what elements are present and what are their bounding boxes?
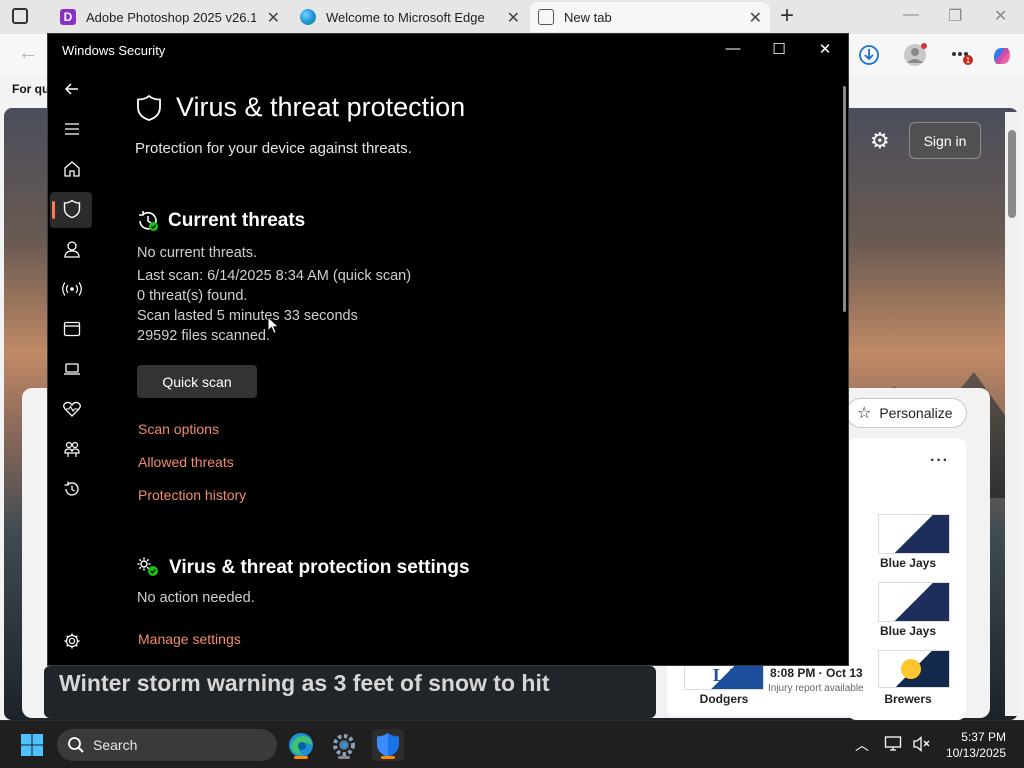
browser-close-icon[interactable]: ✕: [994, 6, 1007, 26]
settings-app-icon[interactable]: [328, 729, 360, 761]
account-icon[interactable]: [61, 238, 83, 260]
edge-favicon-icon: [300, 9, 316, 25]
team-name: Blue Jays: [879, 556, 937, 570]
threat-status-text: No current threats.: [137, 245, 258, 261]
taskbar-search-box[interactable]: Search: [57, 729, 277, 761]
history-icon[interactable]: [61, 478, 83, 500]
close-tab-icon[interactable]: ✕: [749, 8, 762, 28]
device-security-icon[interactable]: [61, 358, 83, 380]
firewall-icon[interactable]: [61, 278, 83, 300]
back-arrow-icon[interactable]: [61, 78, 83, 100]
settings-status-text: No action needed.: [137, 590, 255, 606]
health-icon[interactable]: [61, 398, 83, 420]
team-name: Dodgers: [699, 692, 749, 706]
blue-jays-logo: [878, 582, 950, 622]
svg-text:1: 1: [966, 56, 971, 65]
edge-running-indicator: [294, 756, 308, 759]
search-label: Search: [93, 737, 138, 753]
window-titlebar[interactable]: Windows Security — ☐ ✕: [48, 34, 848, 66]
protection-settings-heading: Virus & threat protection settings: [169, 557, 470, 578]
team-name: Brewers: [884, 692, 932, 706]
windows-security-window: Windows Security — ☐ ✕ Virus & threat pr…: [47, 33, 849, 666]
clock-date: 10/13/2025: [945, 746, 1006, 760]
clock-time: 5:37 PM: [961, 730, 1006, 744]
window-title: Windows Security: [62, 43, 166, 58]
current-threats-heading: Current threats: [168, 210, 306, 231]
sports-more-options-icon[interactable]: ···: [930, 452, 949, 470]
minimize-icon[interactable]: —: [721, 40, 745, 57]
game-time: 8:08 PM · Oct 13: [770, 666, 863, 680]
app-browser-icon[interactable]: [61, 318, 83, 340]
tab-photoshop[interactable]: D Adobe Photoshop 2025 v26.11.0 ✕: [52, 2, 288, 32]
quick-scan-button[interactable]: Quick scan: [137, 365, 257, 398]
browser-scroll-thumb[interactable]: [1008, 130, 1016, 218]
new-tab-button[interactable]: +: [780, 4, 794, 28]
settings-running-indicator: [338, 756, 350, 759]
sign-in-button[interactable]: Sign in: [909, 122, 981, 159]
downloads-icon[interactable]: [858, 44, 880, 66]
monitor-display-icon[interactable]: [884, 735, 904, 753]
scan-options-link[interactable]: Scan options: [138, 421, 219, 437]
profile-avatar-icon[interactable]: [902, 42, 928, 68]
browser-restore-icon[interactable]: ❐: [948, 6, 962, 26]
tab-strip: D Adobe Photoshop 2025 v26.11.0 ✕ Welcom…: [0, 0, 1024, 34]
taskbar: Search ︿ 5:37 PM 10/13/2025: [0, 720, 1024, 768]
dodgers-logo: LA: [684, 662, 764, 690]
settings-icon[interactable]: [61, 630, 83, 652]
family-icon[interactable]: [61, 438, 83, 460]
personalize-star-icon: ☆: [857, 405, 872, 422]
personalize-label: Personalize: [879, 405, 953, 421]
browser-minimize-icon[interactable]: —: [903, 6, 919, 24]
last-scan-text: Last scan: 6/14/2025 8:34 AM (quick scan…: [137, 268, 412, 284]
maximize-icon[interactable]: ☐: [767, 40, 791, 58]
manage-settings-link[interactable]: Manage settings: [138, 631, 241, 647]
protection-settings-icon: [137, 557, 158, 576]
tab-title: Adobe Photoshop 2025 v26.11.0: [86, 9, 256, 25]
personalize-button[interactable]: ☆ Personalize: [846, 398, 967, 428]
network-speaker-icon[interactable]: [912, 735, 932, 753]
brewers-logo: [878, 650, 950, 688]
photoshop-favicon-icon: D: [60, 9, 76, 25]
windows-start-icon[interactable]: [20, 733, 44, 757]
close-icon[interactable]: ✕: [813, 40, 837, 58]
team-name: Blue Jays: [879, 624, 937, 638]
new-tab-favicon-icon: [538, 9, 554, 25]
threats-found-text: 0 threat(s) found.: [137, 288, 248, 304]
page-shield-icon: [137, 94, 161, 121]
tab-title: New tab: [564, 9, 612, 25]
news-headline[interactable]: Winter storm warning as 3 feet of snow t…: [59, 670, 550, 697]
tab-new-tab[interactable]: New tab ✕: [530, 2, 770, 32]
system-clock[interactable]: 5:37 PM 10/13/2025: [940, 729, 1006, 761]
nav-selected-indicator: [52, 201, 55, 219]
menu-icon[interactable]: [61, 118, 83, 140]
scan-duration-text: Scan lasted 5 minutes 33 seconds: [137, 308, 358, 324]
show-hidden-icons-chevron-icon[interactable]: ︿: [855, 735, 869, 755]
allowed-threats-link[interactable]: Allowed threats: [138, 454, 234, 470]
tab-welcome-edge[interactable]: Welcome to Microsoft Edge ✕: [292, 2, 528, 32]
search-icon: [68, 737, 84, 753]
tab-actions-icon[interactable]: [12, 8, 28, 24]
favorites-bar-text[interactable]: For qu: [12, 82, 49, 96]
tab-title: Welcome to Microsoft Edge: [326, 9, 485, 25]
windows-security-icon[interactable]: [372, 729, 404, 761]
ntp-settings-gear-icon[interactable]: ⚙: [870, 128, 890, 154]
security-running-indicator: [381, 756, 395, 759]
edge-icon[interactable]: [285, 729, 317, 761]
window-scrollbar[interactable]: [843, 86, 846, 312]
browser-back-icon[interactable]: ←: [18, 42, 38, 65]
page-subtitle: Protection for your device against threa…: [135, 140, 412, 157]
current-threats-icon: [139, 211, 158, 231]
shield-icon[interactable]: [61, 198, 83, 220]
protection-history-link[interactable]: Protection history: [138, 487, 246, 503]
close-tab-icon[interactable]: ✕: [507, 8, 520, 28]
blue-jays-logo: [878, 514, 950, 554]
more-options-icon[interactable]: 1: [948, 44, 976, 68]
game-note: Injury report available: [768, 683, 864, 694]
home-icon[interactable]: [61, 158, 83, 180]
close-tab-icon[interactable]: ✕: [267, 8, 280, 28]
page-title: Virus & threat protection: [176, 92, 466, 122]
mouse-cursor-icon: [267, 316, 280, 335]
copilot-icon[interactable]: [990, 44, 1014, 68]
files-scanned-text: 29592 files scanned.: [137, 328, 271, 344]
